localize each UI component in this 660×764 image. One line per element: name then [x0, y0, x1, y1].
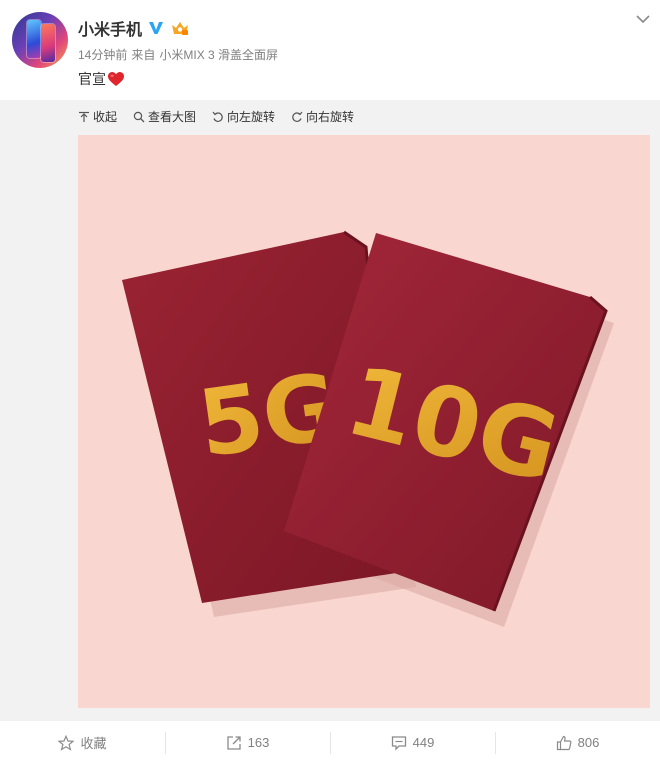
comment-icon — [391, 735, 406, 751]
rotate-right-icon — [292, 111, 303, 122]
repost-button[interactable]: 163 — [165, 721, 330, 764]
view-large-button[interactable]: 查看大图 — [133, 108, 196, 125]
rotate-left-label: 向左旋转 — [227, 110, 276, 124]
comment-count: 449 — [412, 735, 435, 750]
rotate-left-button[interactable]: 向左旋转 — [212, 108, 275, 125]
post-meta: 14分钟前 来自 小米MIX 3 滑盖全面屏 — [78, 46, 278, 63]
post-source[interactable]: 小米MIX 3 滑盖全面屏 — [159, 46, 278, 63]
avatar-phone-graphic — [27, 20, 41, 58]
thumbs-up-icon — [556, 735, 572, 750]
red-booklets-illustration: 5G 10G — [78, 135, 650, 708]
magnifier-icon — [133, 111, 145, 122]
like-button[interactable]: 806 — [495, 721, 660, 764]
rotate-right-label: 向右旋转 — [306, 110, 355, 124]
action-bar: 收藏 163 449 806 — [0, 720, 660, 764]
post-text: 官宣 — [78, 69, 125, 89]
avatar-phone-graphic — [41, 24, 55, 62]
vip-crown-icon[interactable] — [170, 20, 190, 36]
verified-icon[interactable] — [148, 20, 164, 36]
view-large-label: 查看大图 — [148, 110, 197, 124]
media-toolbar: 收起 查看大图 向左旋转 向右旋转 — [78, 108, 354, 125]
author-row: 小米手机 — [78, 16, 190, 40]
rotate-left-icon — [212, 111, 223, 122]
heart-emoji-icon — [108, 72, 124, 86]
arrow-up-icon — [79, 111, 89, 122]
post-text-content: 官宣 — [78, 71, 106, 87]
like-count: 806 — [577, 735, 600, 750]
favorite-button[interactable]: 收藏 — [0, 721, 165, 764]
collapse-label: 收起 — [93, 110, 118, 124]
author-name[interactable]: 小米手机 — [78, 16, 142, 40]
source-prefix: 来自 — [131, 48, 156, 62]
media-expanded-panel: 收起 查看大图 向左旋转 向右旋转 5G 10G — [0, 100, 660, 720]
repost-count: 163 — [247, 735, 270, 750]
comment-button[interactable]: 449 — [330, 721, 495, 764]
rotate-right-button[interactable]: 向右旋转 — [291, 108, 354, 125]
weibo-post: 小米手机 14分钟前 来自 小米MIX 3 滑盖全面屏 官宣 收起 查看大图 向… — [0, 0, 660, 764]
post-time[interactable]: 14分钟前 — [78, 46, 127, 63]
favorite-label: 收藏 — [80, 736, 107, 751]
share-icon — [226, 735, 241, 750]
post-image[interactable]: 5G 10G — [78, 135, 650, 708]
star-icon — [58, 734, 75, 751]
collapse-button[interactable]: 收起 — [78, 108, 117, 125]
chevron-down-icon[interactable] — [636, 14, 650, 24]
author-avatar[interactable] — [12, 12, 68, 68]
